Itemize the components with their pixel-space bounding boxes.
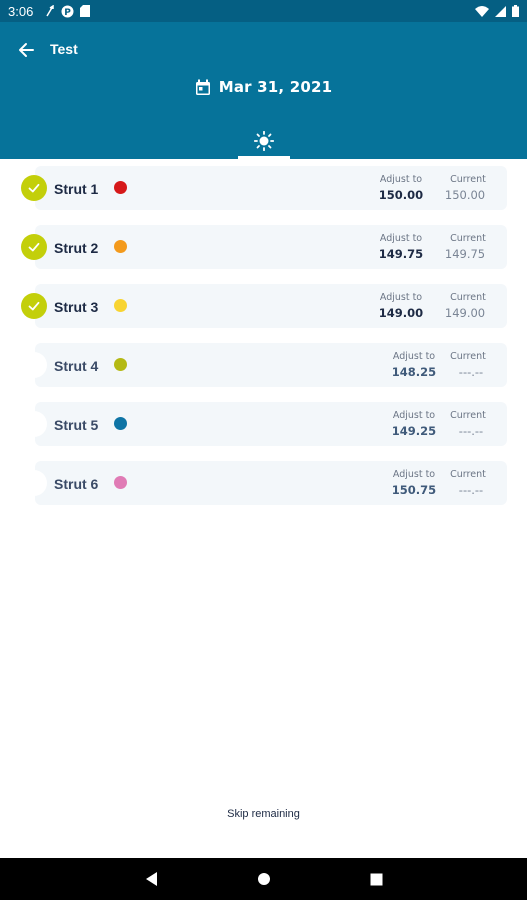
- cell-signal-icon: [495, 5, 506, 17]
- strut-color-dot: [114, 299, 127, 312]
- adjust-to-value: 149.25: [391, 424, 437, 438]
- strut-color-dot: [114, 358, 127, 371]
- pending-indicator: [21, 352, 47, 378]
- current-label: Current: [450, 174, 486, 185]
- strut-name: Strut 3: [54, 299, 99, 315]
- circle-home-icon: [258, 873, 270, 885]
- adjust-to-label: Adjust to: [392, 410, 436, 421]
- strut-color-dot: [114, 181, 127, 194]
- triangle-back-icon: [146, 872, 157, 886]
- square-recents-icon: [370, 873, 382, 885]
- adjust-to-label: Adjust to: [379, 292, 423, 303]
- nav-home-button[interactable]: [234, 858, 294, 900]
- app-bar: Test Mar 31, 2021: [0, 22, 527, 159]
- strut-name: Strut 5: [54, 417, 99, 433]
- page-title: Test: [50, 41, 78, 57]
- strut-name: Strut 2: [54, 240, 99, 256]
- current-value: ---.--: [458, 483, 484, 497]
- pending-indicator: [21, 470, 47, 496]
- current-value: 150.00: [444, 188, 486, 202]
- strut-color-dot: [114, 417, 127, 430]
- current-label: Current: [450, 410, 486, 421]
- tab-sun[interactable]: [238, 124, 290, 157]
- signal-arrow-icon: [46, 5, 55, 17]
- tab-indicator: [238, 156, 290, 159]
- current-label: Current: [450, 351, 486, 362]
- current-label: Current: [450, 233, 486, 244]
- current-label: Current: [450, 469, 486, 480]
- wifi-icon: [475, 5, 489, 17]
- nav-recents-button[interactable]: [346, 858, 406, 900]
- calendar-icon: [195, 79, 210, 95]
- battery-icon: [512, 5, 519, 17]
- strut-color-dot: [114, 476, 127, 489]
- adjust-to-label: Adjust to: [379, 174, 423, 185]
- check-icon: [21, 293, 47, 319]
- check-icon: [21, 234, 47, 260]
- strut-name: Strut 4: [54, 358, 99, 374]
- current-label: Current: [450, 292, 486, 303]
- system-nav-bar: [0, 858, 527, 900]
- strut-name: Strut 1: [54, 181, 99, 197]
- adjust-to-label: Adjust to: [392, 469, 436, 480]
- status-bar: 3:06 P: [0, 0, 527, 22]
- date-label: Mar 31, 2021: [218, 78, 333, 96]
- strut-color-dot: [114, 240, 127, 253]
- nav-back-button[interactable]: [121, 858, 181, 900]
- back-button[interactable]: [14, 38, 38, 62]
- current-value: ---.--: [458, 365, 484, 379]
- p-badge-icon: P: [61, 5, 74, 18]
- status-time: 3:06: [8, 3, 34, 19]
- adjust-to-label: Adjust to: [379, 233, 423, 244]
- adjust-to-value: 149.00: [378, 306, 424, 320]
- skip-remaining-button[interactable]: Skip remaining: [0, 808, 527, 820]
- arrow-left-icon: [19, 43, 34, 57]
- sun-icon: [254, 130, 274, 151]
- current-value: 149.00: [444, 306, 486, 320]
- current-value: ---.--: [458, 424, 484, 438]
- adjust-to-value: 150.75: [391, 483, 437, 497]
- sd-card-icon: [80, 5, 91, 17]
- adjust-to-value: 148.25: [391, 365, 437, 379]
- svg-text:P: P: [65, 8, 72, 18]
- adjust-to-value: 150.00: [378, 188, 424, 202]
- date-picker[interactable]: Mar 31, 2021: [0, 78, 527, 96]
- check-icon: [21, 175, 47, 201]
- current-value: 149.75: [444, 247, 486, 261]
- adjust-to-label: Adjust to: [392, 351, 436, 362]
- strut-name: Strut 6: [54, 476, 99, 492]
- adjust-to-value: 149.75: [378, 247, 424, 261]
- pending-indicator: [21, 411, 47, 437]
